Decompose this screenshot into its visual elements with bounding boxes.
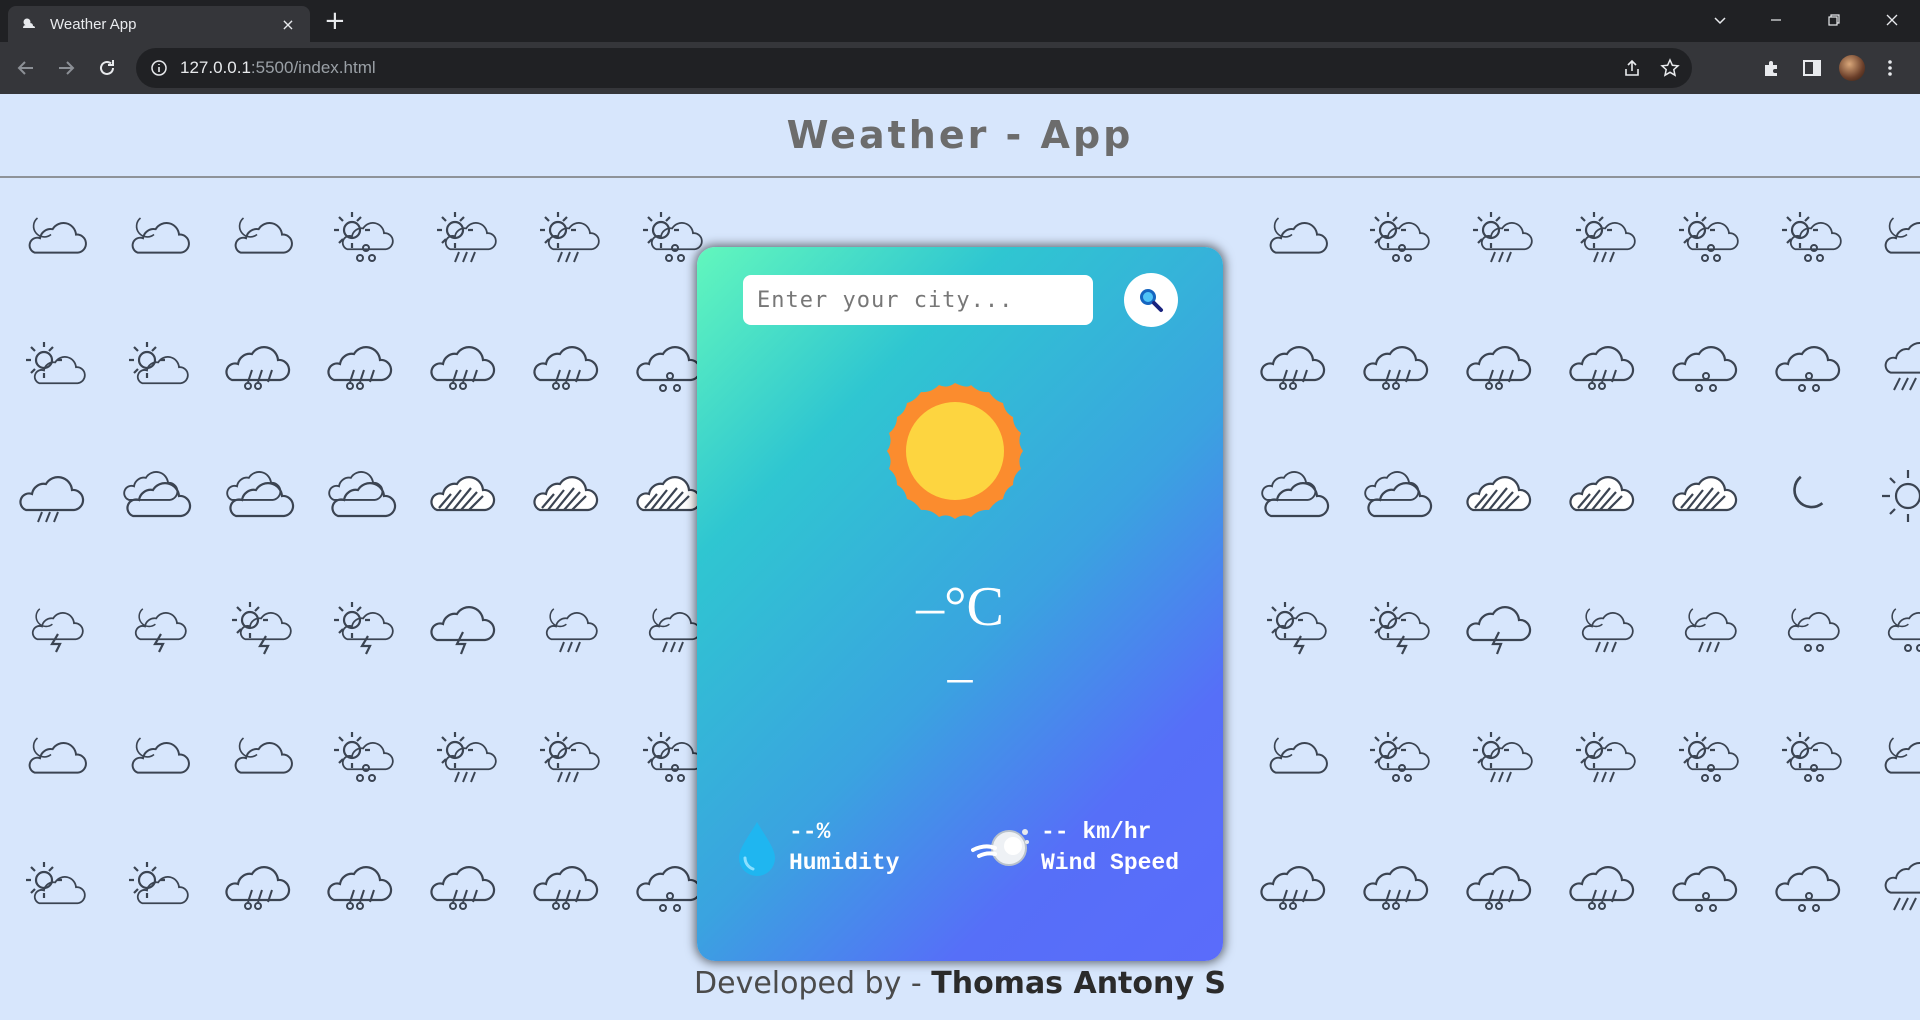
sun-icon xyxy=(887,383,1023,519)
page-header: Weather - App xyxy=(0,94,1920,178)
page-viewport: Weather - App Enter your city... –°C – -… xyxy=(0,94,1920,1020)
footer-credit: Developed by - Thomas Antony S xyxy=(0,966,1920,1001)
browser-toolbar: 127.0.0.1:5500/index.html xyxy=(0,42,1920,94)
profile-button[interactable] xyxy=(1836,52,1868,84)
wind-block: -- km/hr Wind Speed xyxy=(971,817,1179,879)
footer-author: Thomas Antony S xyxy=(931,966,1226,1001)
restore-icon xyxy=(1828,14,1840,26)
new-tab-button[interactable]: + xyxy=(324,6,346,36)
avatar xyxy=(1839,55,1865,81)
url-host: 127.0.0.1 xyxy=(180,58,251,77)
close-window-button[interactable] xyxy=(1864,0,1920,40)
temperature-display: –°C xyxy=(916,576,1004,638)
minimize-icon xyxy=(1771,19,1781,21)
tab-search-button[interactable] xyxy=(1692,0,1748,40)
city-search-input[interactable] xyxy=(743,275,1093,325)
arrow-right-icon xyxy=(59,61,75,75)
restore-button[interactable] xyxy=(1806,0,1862,40)
chevron-down-icon xyxy=(1714,17,1726,25)
tab-close-button[interactable]: × xyxy=(278,15,298,34)
tab-title: Weather App xyxy=(50,15,137,33)
wind-speed-value: -- km/hr xyxy=(1041,819,1152,845)
extensions-button[interactable] xyxy=(1756,52,1788,84)
humidity-block: --% Humidity xyxy=(735,817,899,879)
star-icon xyxy=(1660,58,1680,77)
browser-tab[interactable]: Weather App × xyxy=(8,6,310,42)
menu-button[interactable] xyxy=(1874,52,1906,84)
bookmark-button[interactable] xyxy=(1652,48,1688,88)
url-text: 127.0.0.1:5500/index.html xyxy=(180,58,376,78)
back-button[interactable] xyxy=(10,52,42,84)
reload-button[interactable] xyxy=(91,52,123,84)
arrow-left-icon xyxy=(17,61,33,75)
weather-favicon-icon xyxy=(23,18,35,28)
side-panel-icon xyxy=(1803,60,1821,76)
close-icon xyxy=(1886,14,1898,26)
reload-icon xyxy=(100,60,114,75)
search-button[interactable] xyxy=(1124,273,1178,327)
forward-button[interactable] xyxy=(50,52,82,84)
footer-prefix: Developed by - xyxy=(694,966,932,1001)
city-name-display: – xyxy=(947,648,973,704)
site-info-icon[interactable] xyxy=(150,59,168,77)
puzzle-icon xyxy=(1765,61,1777,76)
browser-tabstrip: Weather App × + xyxy=(0,0,1920,42)
water-drop-icon xyxy=(739,822,775,876)
humidity-label: Humidity xyxy=(789,850,900,876)
minimize-button[interactable] xyxy=(1748,0,1804,40)
wind-speed-label: Wind Speed xyxy=(1041,850,1180,876)
side-panel-button[interactable] xyxy=(1796,52,1828,84)
address-bar[interactable]: 127.0.0.1:5500/index.html xyxy=(136,48,1692,88)
weather-card: –°C – --% Humidity -- km/hr Wind Sp xyxy=(697,247,1223,961)
wind-icon xyxy=(971,829,1029,866)
share-icon xyxy=(1625,59,1639,76)
humidity-value: --% xyxy=(789,819,831,845)
share-button[interactable] xyxy=(1614,48,1650,88)
more-vert-icon xyxy=(1888,60,1892,76)
page-title: Weather - App xyxy=(786,113,1134,157)
search-icon xyxy=(1140,289,1163,312)
url-path: :5500/index.html xyxy=(250,58,376,77)
